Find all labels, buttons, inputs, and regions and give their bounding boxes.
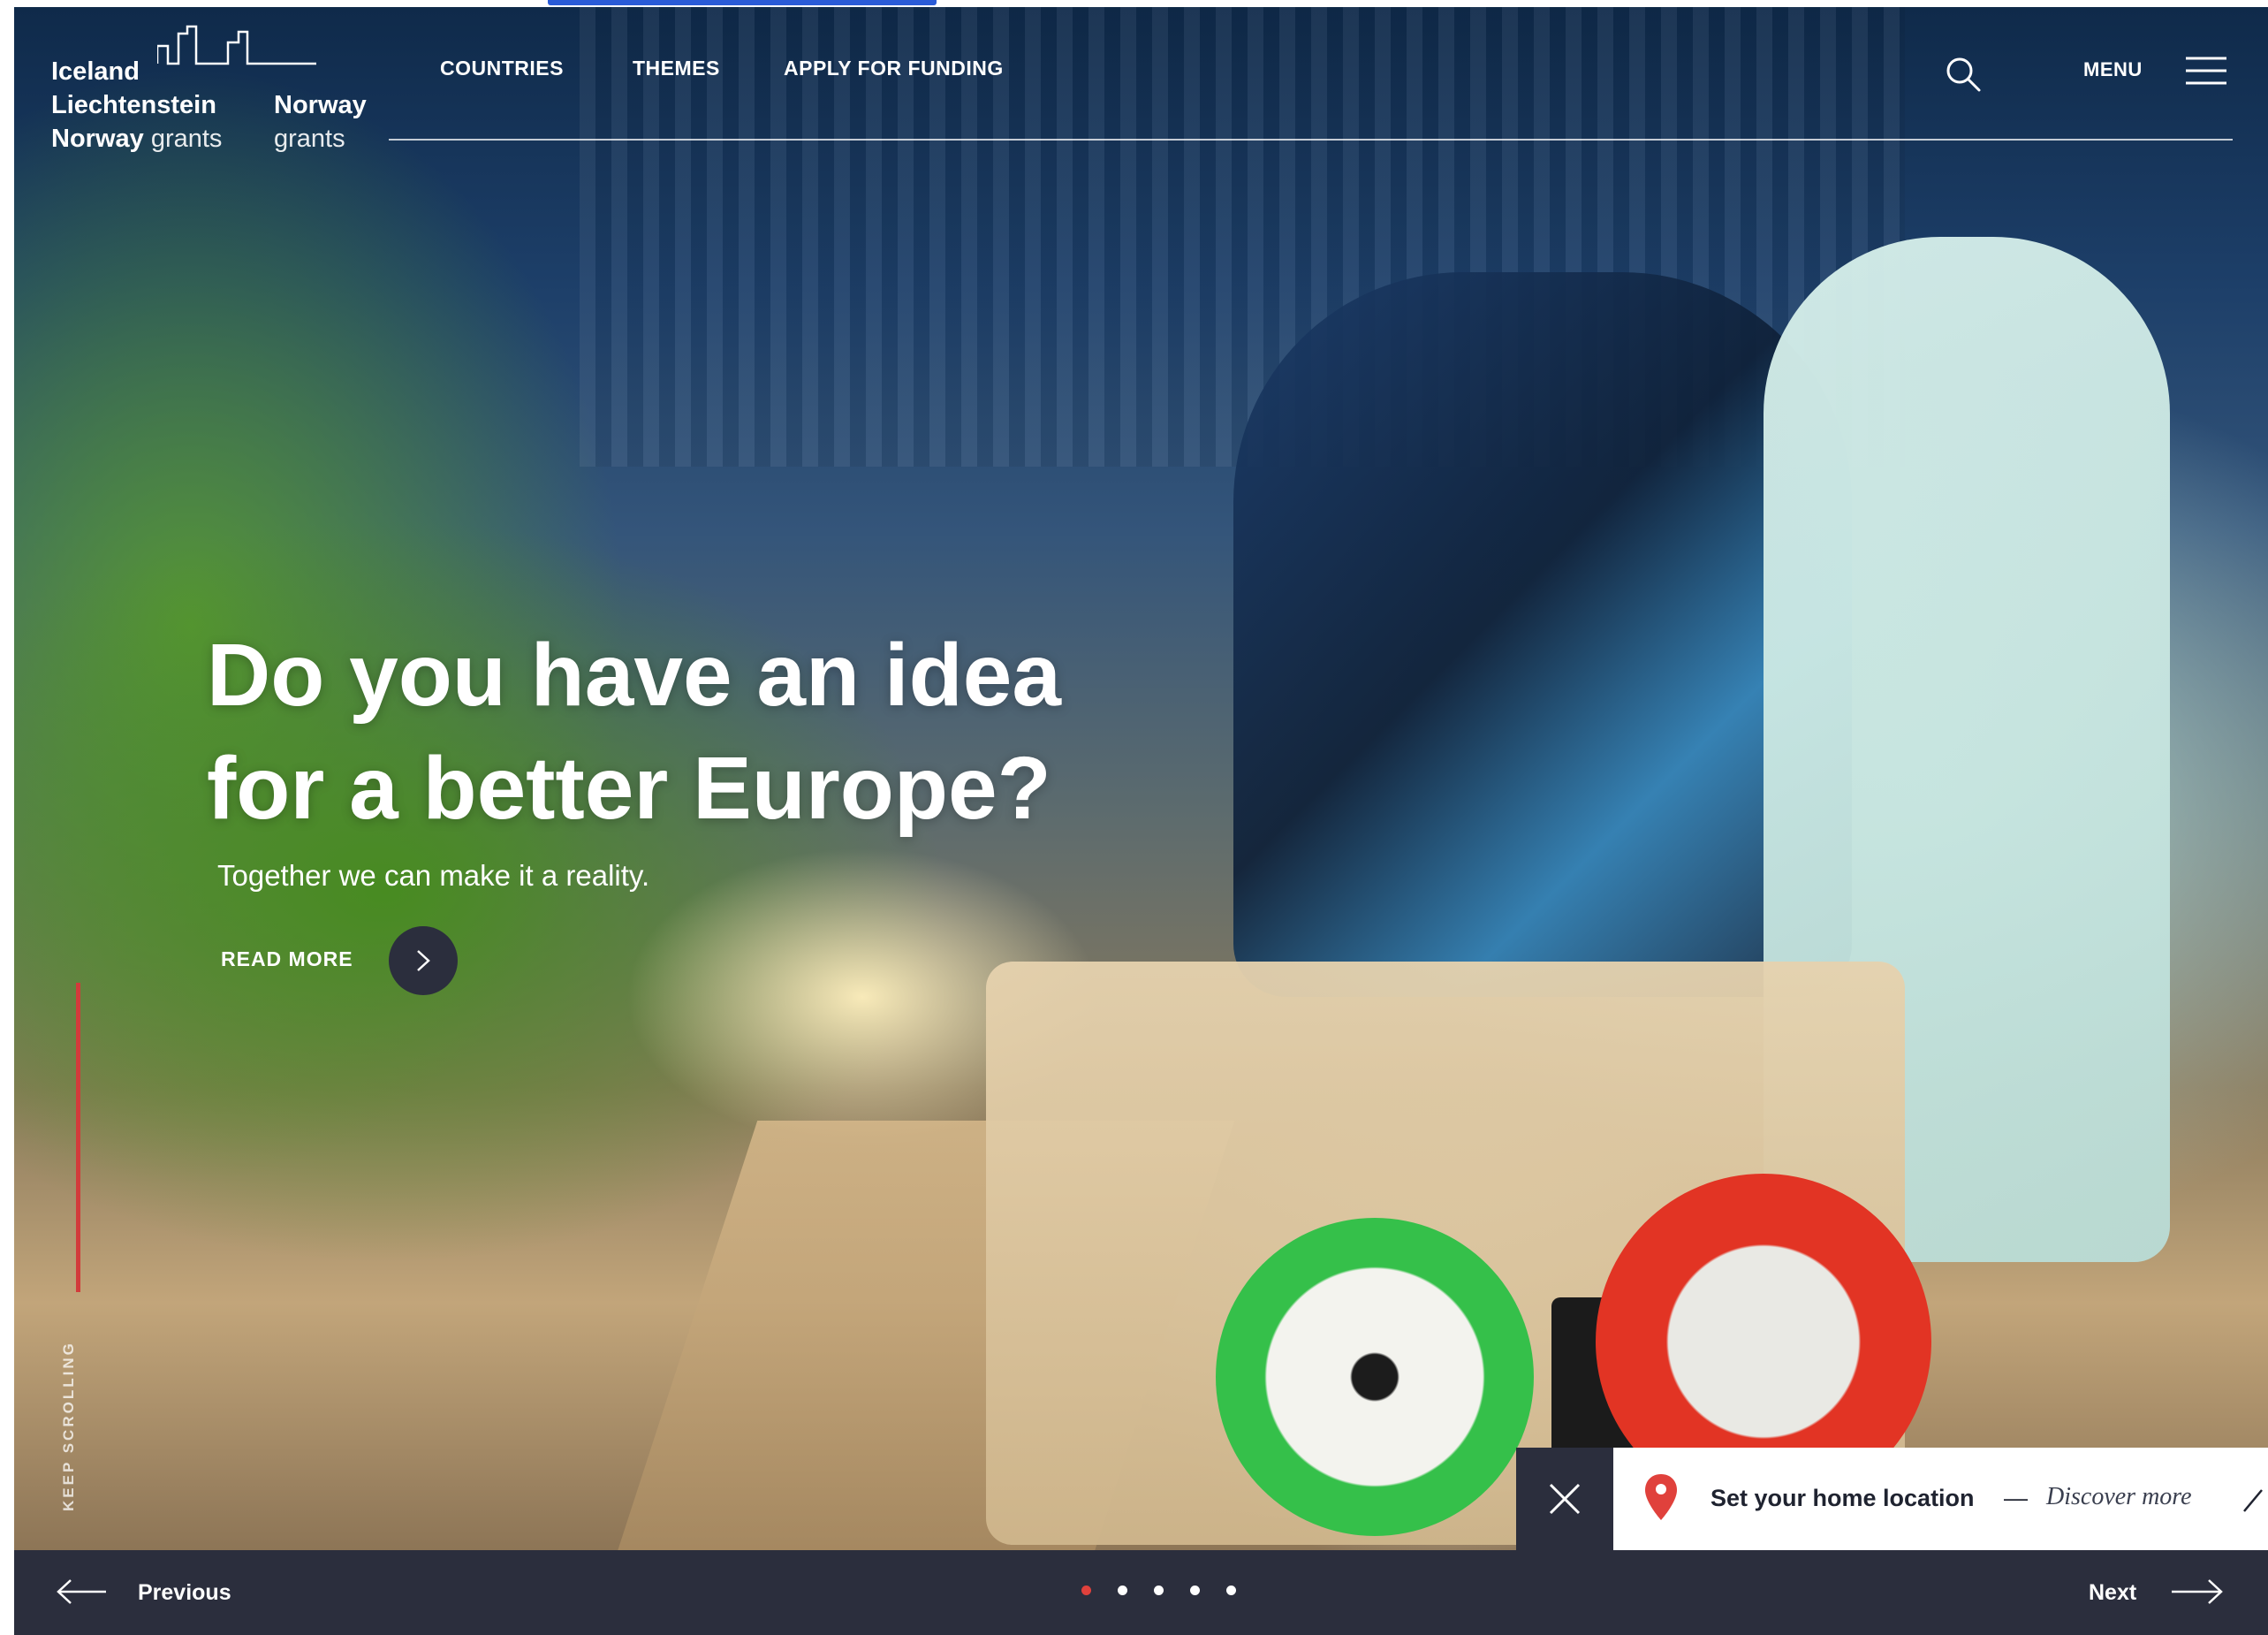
- home-location-bar[interactable]: Set your home location — Discover more: [1613, 1448, 2268, 1550]
- keep-scrolling-label: KEEP SCROLLING: [60, 1341, 77, 1511]
- scroll-progress-line: [76, 983, 80, 1292]
- logo-norway-label: Norway: [274, 91, 367, 119]
- search-icon[interactable]: [1944, 55, 1983, 94]
- next-button[interactable]: Next: [2089, 1580, 2136, 1606]
- menu-label[interactable]: MENU: [2083, 58, 2143, 81]
- slide-dot-4[interactable]: [1190, 1586, 1200, 1595]
- page: Iceland Liechtenstein Norway grants Norw…: [0, 0, 2268, 1635]
- slide-dot-3[interactable]: [1154, 1586, 1164, 1595]
- slider-controls: Previous Next: [14, 1550, 2268, 1635]
- slide-dot-1[interactable]: [1081, 1586, 1091, 1595]
- nav-themes[interactable]: THEMES: [633, 57, 720, 80]
- read-more-button[interactable]: [389, 926, 458, 995]
- close-icon: [1549, 1483, 1581, 1515]
- top-strip: [0, 0, 2268, 7]
- set-home-location-text[interactable]: Set your home location: [1710, 1485, 1975, 1512]
- logo-norway-grants: grants: [274, 125, 345, 153]
- logo-line-grants: grants: [150, 125, 223, 153]
- hero-title: Do you have an idea for a better Europe?: [207, 619, 1267, 845]
- student-jacket: [1233, 272, 1852, 997]
- logo-line-liechtenstein: Liechtenstein: [51, 91, 216, 119]
- arrow-up-right-icon[interactable]: [2241, 1481, 2267, 1517]
- arrow-right-icon[interactable]: [2170, 1577, 2225, 1607]
- slide-dot-5[interactable]: [1226, 1586, 1236, 1595]
- top-link-fragment: [548, 0, 937, 5]
- hero-title-line-2: for a better Europe?: [207, 739, 1051, 838]
- logo-line-iceland: Iceland: [51, 57, 140, 86]
- logo-line-norway: Norway: [51, 125, 144, 153]
- slide-dot-2[interactable]: [1118, 1586, 1127, 1595]
- hamburger-menu-icon[interactable]: [2182, 55, 2228, 87]
- slide-pagination: [1081, 1586, 1236, 1600]
- hero-subtitle: Together we can make it a reality.: [217, 859, 650, 892]
- close-location-button[interactable]: [1516, 1448, 1613, 1550]
- nav-countries[interactable]: COUNTRIES: [440, 57, 564, 80]
- location-dash: —: [2004, 1485, 2028, 1511]
- nav-divider: [389, 139, 2233, 141]
- chevron-right-icon: [417, 950, 430, 971]
- nav-apply-for-funding[interactable]: APPLY FOR FUNDING: [784, 57, 1004, 80]
- previous-button[interactable]: Previous: [138, 1580, 231, 1606]
- discover-more-link[interactable]: Discover more: [2046, 1483, 2192, 1511]
- green-filament-spool: [1216, 1218, 1534, 1536]
- map-pin-icon: [1645, 1474, 1677, 1520]
- arrow-left-icon[interactable]: [55, 1577, 108, 1607]
- hero-title-line-1: Do you have an idea: [207, 626, 1061, 725]
- read-more-link[interactable]: READ MORE: [221, 947, 353, 971]
